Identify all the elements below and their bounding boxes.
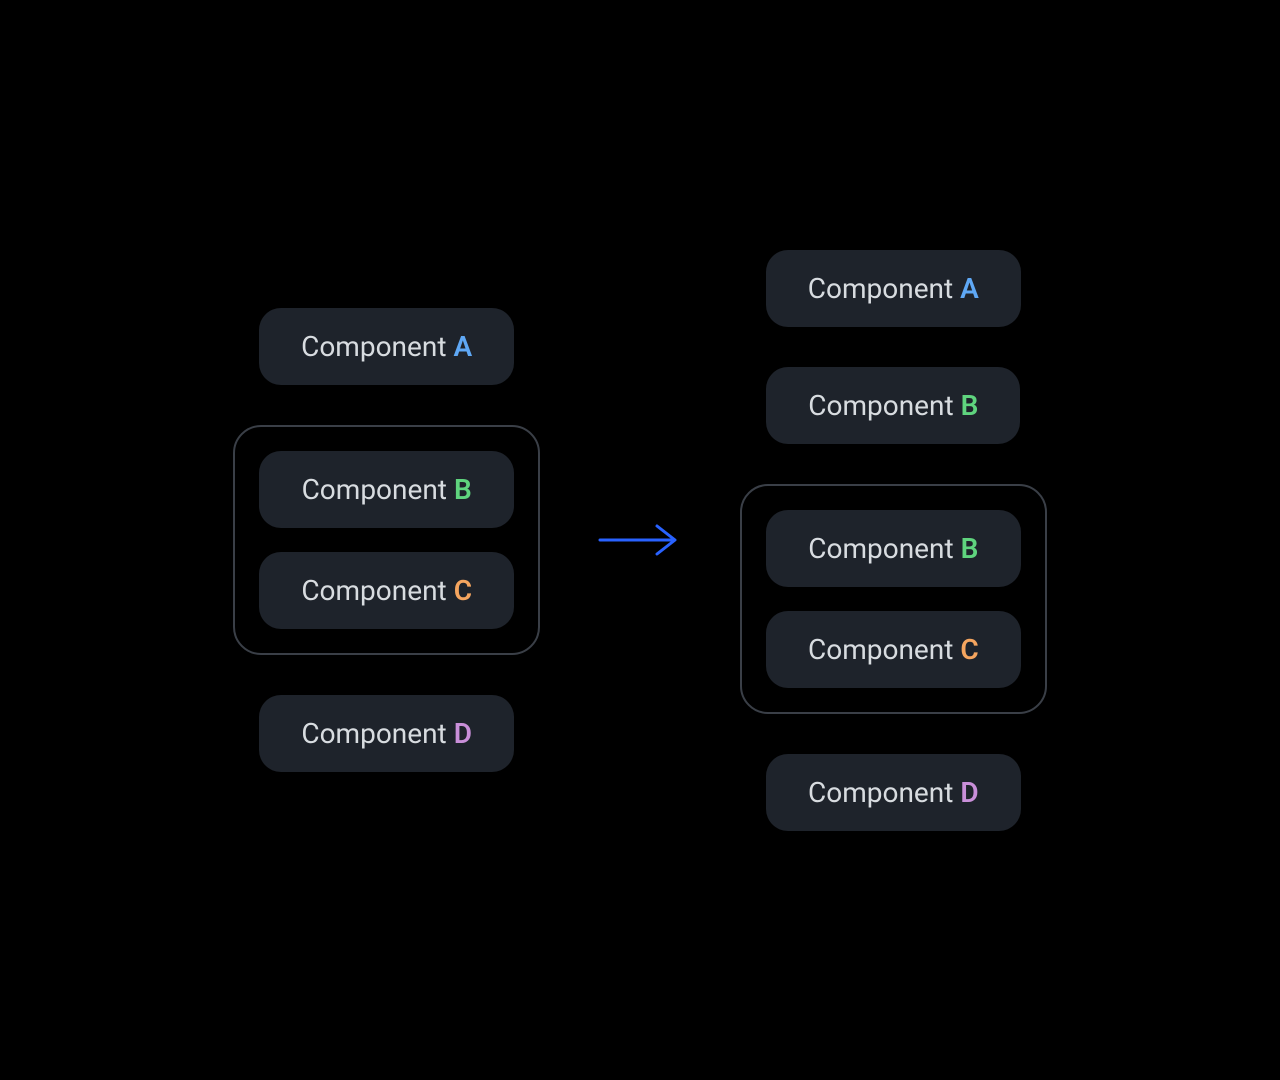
component-d-box: Component D bbox=[766, 754, 1021, 831]
component-b-box: Component B bbox=[766, 367, 1020, 444]
component-letter-c: C bbox=[454, 574, 472, 607]
component-b-box: Component B bbox=[259, 451, 514, 528]
component-b-box: Component B bbox=[766, 510, 1021, 587]
component-letter-d: D bbox=[454, 717, 472, 750]
right-column: Component A Component B Component B Comp… bbox=[740, 250, 1047, 831]
component-c-box: Component C bbox=[259, 552, 514, 629]
component-letter-b: B bbox=[961, 532, 979, 565]
component-letter-a: A bbox=[960, 272, 979, 305]
component-letter-d: D bbox=[960, 776, 978, 809]
component-label: Component bbox=[808, 776, 953, 809]
group-box-right: Component B Component C bbox=[740, 484, 1047, 714]
component-label: Component bbox=[301, 330, 446, 363]
component-a-box: Component A bbox=[766, 250, 1021, 327]
diagram-container: Component A Component B Component C Comp… bbox=[233, 250, 1046, 831]
component-label: Component bbox=[301, 574, 446, 607]
component-label: Component bbox=[808, 633, 953, 666]
component-letter-c: C bbox=[960, 633, 978, 666]
arrow-container bbox=[595, 520, 685, 560]
component-letter-b: B bbox=[961, 389, 979, 422]
component-d-box: Component D bbox=[259, 695, 514, 772]
left-column: Component A Component B Component C Comp… bbox=[233, 308, 540, 772]
component-label: Component bbox=[808, 389, 953, 422]
component-letter-a: A bbox=[453, 330, 472, 363]
group-box-left: Component B Component C bbox=[233, 425, 540, 655]
component-letter-b: B bbox=[454, 473, 472, 506]
component-c-box: Component C bbox=[766, 611, 1021, 688]
component-label: Component bbox=[302, 473, 447, 506]
arrow-right-icon bbox=[595, 520, 685, 560]
component-a-box: Component A bbox=[259, 308, 514, 385]
component-label: Component bbox=[808, 272, 953, 305]
component-label: Component bbox=[808, 532, 953, 565]
component-label: Component bbox=[301, 717, 446, 750]
